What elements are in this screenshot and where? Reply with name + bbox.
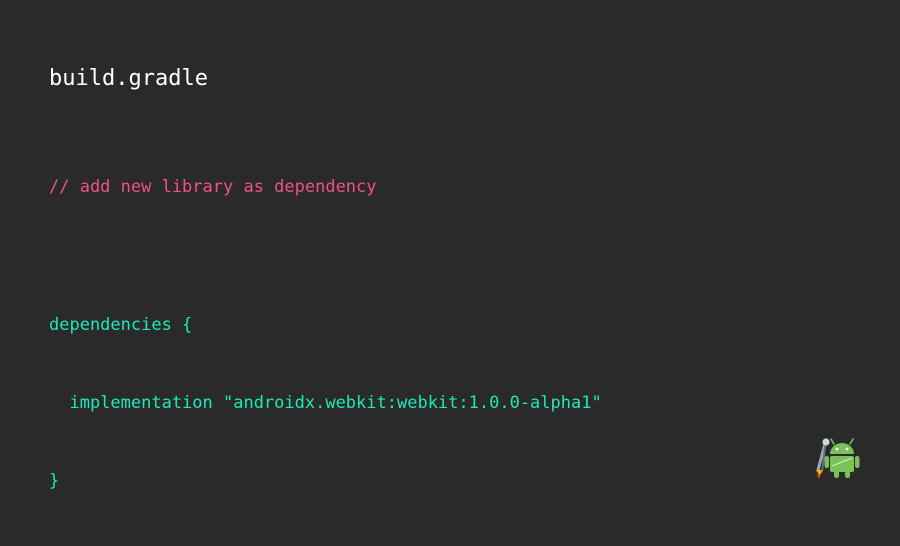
slide: build.gradle // add new library as depen… [0, 0, 900, 505]
code-line-implementation: implementation "androidx.webkit:webkit:1… [49, 393, 602, 413]
android-studio-logo-icon [816, 438, 860, 479]
code-line-dependencies-open: dependencies { [49, 315, 193, 335]
code-comment: // add new library as dependency [49, 177, 377, 197]
code-block: // add new library as dependency depende… [49, 122, 602, 546]
code-gap [49, 252, 602, 260]
slide-title: build.gradle [49, 66, 208, 91]
android-robot-icon [824, 438, 860, 478]
code-line-dependencies-close: } [49, 471, 60, 491]
